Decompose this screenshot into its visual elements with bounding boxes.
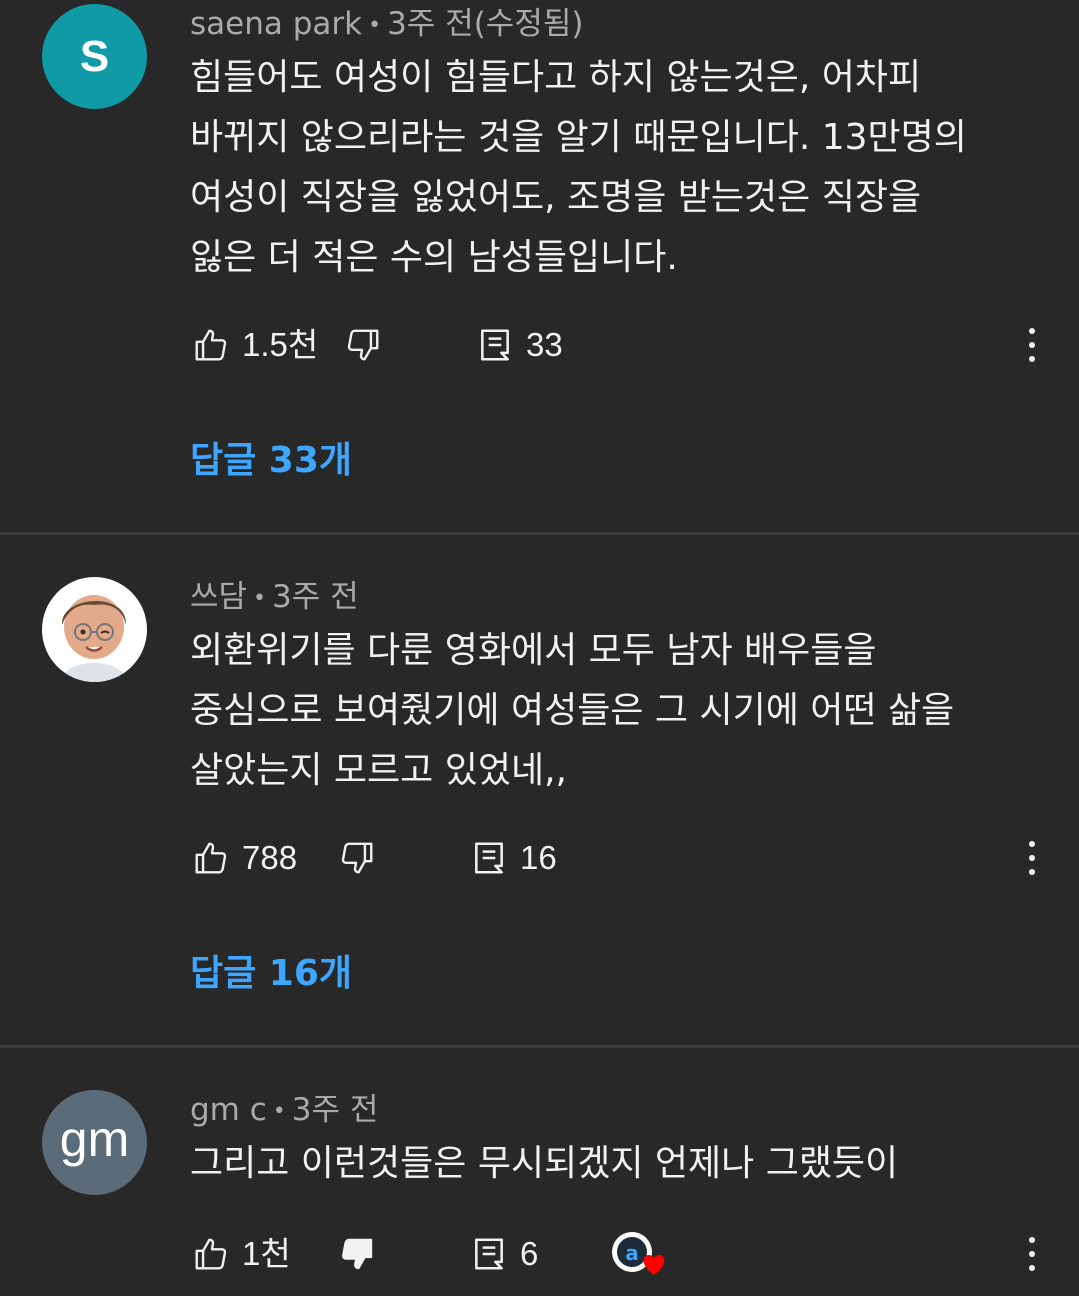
- comment-time: 3주 전(수정됨): [387, 6, 584, 42]
- reply-count: 33: [526, 326, 563, 363]
- comment-item: 쓰담 • 3주 전 외환위기를 다룬 영화에서 모두 남자 배우들을 중심으로 보여…: [0, 535, 1079, 1045]
- reply-count: 6: [520, 1235, 539, 1272]
- thumbs-up-icon[interactable]: [192, 1235, 230, 1273]
- memoji-avatar-icon: [61, 595, 127, 682]
- avatar-letter: gm: [59, 1110, 130, 1167]
- comment-text: 외환위기를 다룬 영화에서 모두 남자 배우들을 중심으로 보여줬기에 여성들은…: [190, 621, 1030, 801]
- comment-line: 외환위기를 다룬 영화에서 모두 남자 배우들을: [190, 630, 877, 671]
- reply-comment-icon[interactable]: [470, 1235, 508, 1273]
- view-replies-button[interactable]: 답글 16개: [190, 951, 352, 997]
- comment-actions: 1천 6 a: [190, 1229, 1050, 1279]
- like-count: 1천: [242, 1235, 291, 1272]
- comment-actions: 788 16: [190, 833, 1050, 883]
- avatar[interactable]: gm: [42, 1090, 147, 1195]
- comment-line: 바뀌지 않으리라는 것을 알기 때문입니다. 13만명의: [190, 117, 967, 158]
- comment-actions: 1.5천 33: [190, 320, 1050, 370]
- more-vertical-icon[interactable]: [1022, 836, 1042, 880]
- thumbs-down-icon[interactable]: [344, 326, 382, 364]
- comment-line: 그리고 이런것들은 무시되겠지 언제나 그랬듯이: [190, 1143, 899, 1184]
- author-name[interactable]: gm c: [190, 1092, 267, 1128]
- comment-time: 3주 전: [272, 579, 359, 615]
- reply-comment-icon[interactable]: [476, 326, 514, 364]
- comment-text: 힘들어도 여성이 힘들다고 하지 않는것은, 어차피 바뀌지 않으리라는 것을 …: [190, 48, 1030, 288]
- avatar[interactable]: S: [42, 4, 147, 109]
- like-count: 1.5천: [242, 326, 319, 363]
- comment-line: 여성이 직장을 잃었어도, 조명을 받는것은 직장을: [190, 177, 922, 218]
- author-name[interactable]: saena park: [190, 6, 362, 42]
- comment-line: 살았는지 모르고 있었네,,: [190, 750, 567, 791]
- comment-meta: 쓰담 • 3주 전: [190, 579, 359, 615]
- comment-meta: gm c • 3주 전: [190, 1092, 379, 1128]
- reply-count: 16: [520, 839, 557, 876]
- comment-line: 잃은 더 적은 수의 남성들입니다.: [190, 237, 678, 278]
- comment-line: 중심으로 보여줬기에 여성들은 그 시기에 어떤 삶을: [190, 690, 955, 731]
- comment-item: S saena park • 3주 전(수정됨) 힘들어도 여성이 힘들다고 하지 …: [0, 0, 1079, 532]
- like-count: 788: [242, 839, 298, 876]
- more-vertical-icon[interactable]: [1022, 1232, 1042, 1276]
- thumbs-down-icon[interactable]: [338, 839, 376, 877]
- view-replies-button[interactable]: 답글 33개: [190, 438, 352, 484]
- comment-text: 그리고 이런것들은 무시되겠지 언제나 그랬듯이: [190, 1134, 1030, 1194]
- comment-item: gm gm c • 3주 전 그리고 이런것들은 무시되겠지 언제나 그랬듯이 1천…: [0, 1048, 1079, 1296]
- reply-comment-icon[interactable]: [470, 839, 508, 877]
- avatar-letter: S: [79, 31, 110, 81]
- thumbs-up-icon[interactable]: [192, 326, 230, 364]
- comment-meta: saena park • 3주 전(수정됨): [190, 6, 584, 42]
- creator-heart-badge-icon: a: [612, 1232, 665, 1275]
- more-vertical-icon[interactable]: [1022, 323, 1042, 367]
- comment-line: 힘들어도 여성이 힘들다고 하지 않는것은, 어차피: [190, 57, 922, 98]
- thumbs-up-icon[interactable]: [192, 839, 230, 877]
- svg-text:a: a: [625, 1241, 639, 1265]
- author-name[interactable]: 쓰담: [190, 579, 247, 615]
- avatar[interactable]: [42, 577, 147, 682]
- thumbs-down-filled-icon[interactable]: [338, 1235, 376, 1273]
- comment-time: 3주 전: [291, 1092, 379, 1128]
